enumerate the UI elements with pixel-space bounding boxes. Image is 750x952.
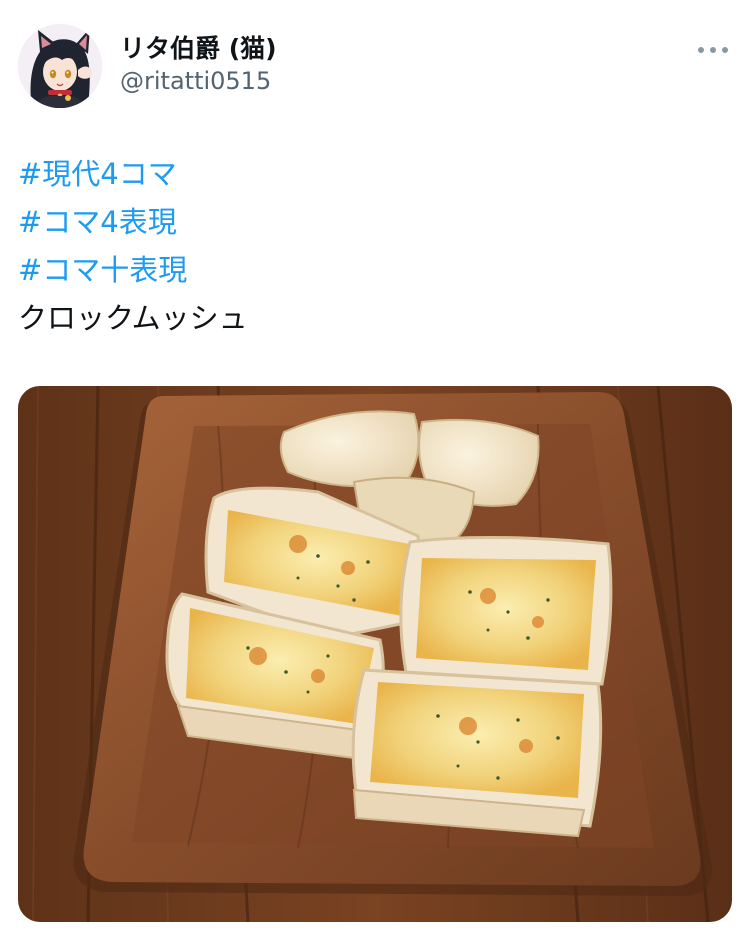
- tweet-text: #現代4コマ #コマ4表現 #コマ十表現 クロックムッシュ: [18, 150, 732, 342]
- display-name[interactable]: リタ伯爵 (猫): [120, 34, 277, 64]
- author-info: リタ伯爵 (猫) @ritatti0515: [120, 34, 277, 96]
- avatar[interactable]: [18, 24, 102, 108]
- tweet-header: リタ伯爵 (猫) @ritatti0515: [18, 24, 732, 112]
- hashtag-link[interactable]: #コマ十表現: [18, 246, 732, 294]
- user-handle[interactable]: @ritatti0515: [120, 66, 277, 96]
- dot-icon: [698, 47, 704, 53]
- more-options-icon[interactable]: [698, 40, 728, 60]
- hashtag-link[interactable]: #現代4コマ: [18, 150, 732, 198]
- hashtag-link[interactable]: #コマ4表現: [18, 198, 732, 246]
- tweet-body-text: クロックムッシュ: [18, 301, 248, 335]
- dot-icon: [722, 47, 728, 53]
- food-photo-image: [18, 386, 732, 922]
- tweet-photo[interactable]: [18, 386, 732, 922]
- avatar-image: [18, 24, 102, 108]
- dot-icon: [710, 47, 716, 53]
